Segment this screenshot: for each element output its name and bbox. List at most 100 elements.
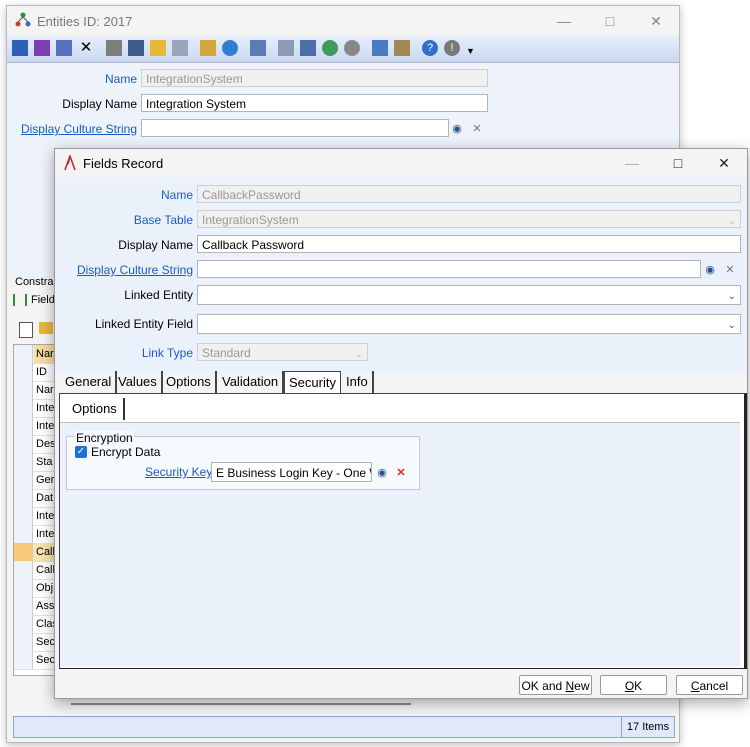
delete-icon[interactable]: ✕ — [78, 40, 94, 56]
entity-name-field[interactable]: IntegrationSystem — [141, 69, 488, 87]
status-bar: 17 Items — [13, 716, 675, 738]
field-name-label: Name — [160, 188, 193, 202]
hierarchy-icon[interactable] — [300, 40, 316, 56]
row-header[interactable] — [14, 453, 33, 471]
encrypt-data-label: Encrypt Data — [91, 445, 161, 459]
binoculars-icon[interactable]: ◉ — [448, 119, 466, 137]
row-header[interactable] — [14, 381, 33, 399]
maximize-button[interactable]: □ — [587, 6, 633, 36]
tab-values[interactable]: Values — [114, 371, 163, 393]
row-name-cell: Dat — [36, 492, 54, 504]
app-icon — [15, 12, 31, 31]
refresh-icon[interactable] — [222, 40, 238, 56]
clear-icon[interactable]: ✕ — [392, 463, 410, 481]
security-key-link[interactable]: Security Key — [145, 465, 212, 479]
minimize-button[interactable]: — — [541, 6, 587, 36]
binoculars-icon[interactable]: ◉ — [373, 463, 391, 481]
encrypt-data-checkbox[interactable]: ✓ — [75, 446, 87, 458]
row-header[interactable] — [14, 471, 33, 489]
ok-and-new-button[interactable]: OK and New — [519, 675, 592, 695]
row-header[interactable] — [14, 489, 33, 507]
entity-display-culture-field[interactable] — [141, 119, 449, 137]
row-header[interactable] — [14, 651, 33, 669]
fields-record-form: Name CallbackPassword Base Table Integra… — [55, 177, 747, 374]
row-header[interactable] — [14, 363, 33, 381]
print-icon[interactable] — [106, 40, 122, 56]
open-folder-icon[interactable] — [39, 322, 53, 334]
display-name-field[interactable]: Callback Password — [197, 235, 741, 253]
row-header[interactable] — [14, 399, 33, 417]
subtab-options[interactable]: Options — [66, 398, 125, 420]
tab-validation[interactable]: Validation — [218, 371, 285, 393]
copy-icon[interactable] — [278, 40, 294, 56]
row-name-cell: Sec — [36, 654, 55, 666]
field-name-field[interactable]: CallbackPassword — [197, 185, 741, 203]
find-icon[interactable] — [128, 40, 144, 56]
display-culture-link[interactable]: Display Culture String — [55, 263, 193, 277]
notes-icon[interactable] — [394, 40, 410, 56]
row-header[interactable] — [14, 633, 33, 651]
help-icon[interactable]: ? — [422, 40, 438, 56]
display-culture-field[interactable] — [197, 260, 701, 278]
security-key-field[interactable]: E Business Login Key - One W — [211, 462, 372, 482]
settings-icon[interactable] — [344, 40, 360, 56]
row-header[interactable] — [14, 435, 33, 453]
close-button[interactable]: ✕ — [633, 6, 679, 36]
linked-entity-label: Linked Entity — [124, 288, 193, 302]
entities-window-title: Entities ID: 2017 — [37, 13, 133, 29]
list-icon[interactable] — [172, 40, 188, 56]
row-header[interactable] — [14, 579, 33, 597]
tab-general[interactable]: General — [61, 371, 118, 393]
clear-icon[interactable]: ✕ — [721, 260, 739, 278]
row-name-cell: Inte — [36, 510, 55, 522]
linked-entity-field-select[interactable]: ⌄ — [197, 314, 741, 334]
row-header[interactable] — [14, 597, 33, 615]
row-header[interactable] — [14, 561, 33, 579]
link-type-select[interactable]: Standard ⌄ — [197, 343, 368, 361]
tab-options[interactable]: Options — [162, 371, 217, 393]
row-name-cell: Ger — [36, 474, 55, 486]
clear-icon[interactable]: ✕ — [468, 119, 486, 137]
save-icon[interactable] — [12, 40, 28, 56]
cancel-button[interactable]: Cancel — [676, 675, 743, 695]
row-name-cell: Ass — [36, 600, 55, 612]
base-table-value: IntegrationSystem — [202, 213, 299, 227]
row-name-cell: Inte — [36, 402, 55, 414]
row-name-cell: Inte — [36, 528, 55, 540]
row-name-cell: Call — [36, 564, 55, 576]
ok-button[interactable]: OK — [600, 675, 667, 695]
binoculars-icon[interactable]: ◉ — [701, 260, 719, 278]
fields-tab-label[interactable]: Field — [31, 294, 55, 306]
save-close-icon[interactable] — [34, 40, 50, 56]
fields-record-window: Fields Record — □ ✕ Name CallbackPasswor… — [54, 148, 748, 699]
base-table-select[interactable]: IntegrationSystem ⌄ — [197, 210, 741, 228]
link-type-label: Link Type — [141, 346, 193, 360]
entities-titlebar: Entities ID: 2017 — □ ✕ — [7, 6, 679, 36]
minimize-button[interactable]: — — [609, 149, 655, 177]
row-name-cell: ID — [36, 366, 47, 378]
close-button[interactable]: ✕ — [701, 149, 747, 177]
security-tab-panel: Options Encryption ✓ Encrypt Data Securi… — [59, 393, 747, 671]
tab-security[interactable]: Security — [284, 371, 341, 395]
entity-display-name-field[interactable]: Integration System — [141, 94, 488, 112]
row-header[interactable] — [14, 615, 33, 633]
wizard-icon[interactable] — [200, 40, 216, 56]
tab-info[interactable]: Info — [342, 371, 374, 393]
save-new-icon[interactable] — [56, 40, 72, 56]
row-header[interactable] — [14, 543, 33, 561]
toolbar-overflow-icon[interactable]: ▼ — [466, 46, 475, 56]
row-header[interactable] — [14, 417, 33, 435]
linked-entity-select[interactable]: ⌄ — [197, 285, 741, 305]
horizontal-scrollbar[interactable] — [71, 703, 411, 705]
new-record-icon[interactable] — [19, 322, 33, 338]
open-icon[interactable] — [150, 40, 166, 56]
maximize-button[interactable]: □ — [655, 149, 701, 177]
relations-icon[interactable] — [250, 40, 266, 56]
display-name-label: Display Name — [118, 238, 193, 252]
import-icon[interactable] — [372, 40, 388, 56]
row-header[interactable] — [14, 525, 33, 543]
row-header[interactable] — [14, 507, 33, 525]
info-icon[interactable]: ! — [444, 40, 460, 56]
entity-display-culture-link[interactable]: Display Culture String — [7, 122, 137, 136]
globe-icon[interactable] — [322, 40, 338, 56]
